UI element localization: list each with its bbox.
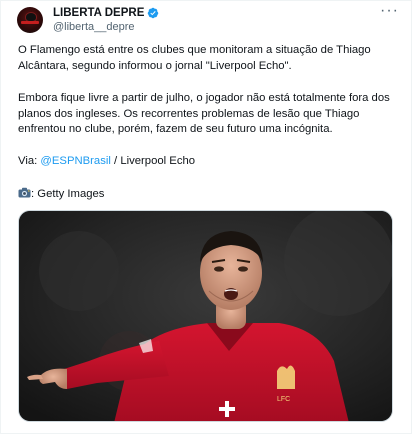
post-credit-line: : Getty Images [18,187,398,203]
photo-player-pointing: LFC [19,211,392,421]
post-paragraph-1: O Flamengo está entre os clubes que moni… [18,44,371,72]
post-media-photo[interactable]: LFC [18,210,393,422]
svg-text:LFC: LFC [277,396,290,403]
author-display-name[interactable]: LIBERTA DEPRE [53,6,144,20]
via-prefix: Via: [18,155,41,167]
author-names: LIBERTA DEPRE @liberta__depre [53,6,159,34]
tweet-header: LIBERTA DEPRE @liberta__depre ··· [17,3,399,40]
author-avatar[interactable] [17,7,43,33]
author-handle[interactable]: @liberta__depre [53,20,159,34]
mention-link[interactable]: @ESPNBrasil [40,155,110,167]
credit-text: : Getty Images [31,188,105,200]
more-dots-icon[interactable]: ··· [380,3,399,19]
tweet-card: LIBERTA DEPRE @liberta__depre ··· O Flam… [0,0,412,434]
verified-badge-icon [148,7,159,19]
post-via-line: Via: @ESPNBrasil / Liverpool Echo [18,154,398,170]
post-paragraph-2: Embora fique livre a partir de julho, o … [18,92,390,135]
name-row: LIBERTA DEPRE [53,6,159,20]
via-source: Liverpool Echo [120,155,196,167]
camera-icon [18,187,31,198]
via-separator: / [110,155,121,167]
